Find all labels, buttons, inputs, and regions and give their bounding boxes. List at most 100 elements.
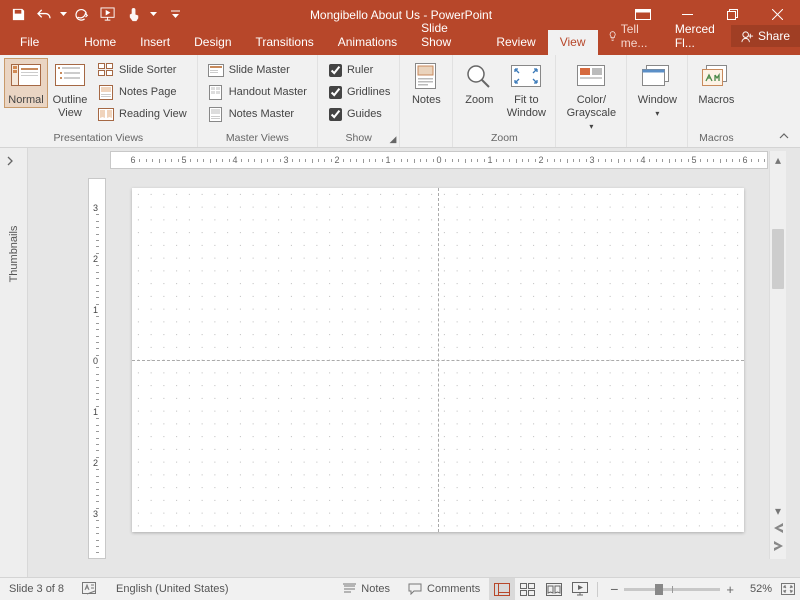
touch-mode-button[interactable] [122,3,146,27]
scroll-down-button[interactable]: ▾ [770,502,786,519]
spell-check-button[interactable] [73,578,107,600]
share-icon [741,30,754,43]
chevron-down-icon [60,12,67,17]
fit-to-window-status-button[interactable] [776,578,800,600]
show-group-label: Show◢ [318,132,399,147]
reading-view-icon [98,108,114,121]
macros-button[interactable]: Macros [692,58,740,108]
chevron-up-icon [778,131,790,141]
reading-view-label: Reading View [119,108,187,120]
tab-animations[interactable]: Animations [326,30,409,55]
group-color-grayscale: Color/ Grayscale ▾ [556,55,627,147]
vertical-ruler[interactable]: 3210123 [88,178,106,559]
scroll-up-button[interactable]: ▴ [770,151,786,168]
tab-design[interactable]: Design [182,30,243,55]
group-presentation-views: Normal Outline View Slide Sorter Notes P… [0,55,198,147]
group-master-views: Slide Master Handout Master Notes Master… [198,55,318,147]
tab-file[interactable]: File [6,30,53,55]
save-button[interactable] [6,3,30,27]
tell-me-label: Tell me... [621,22,655,50]
tab-review[interactable]: Review [484,30,547,55]
comments-toggle[interactable]: Comments [399,578,489,600]
user-account[interactable]: Merced Fl... [665,17,731,55]
handout-master-button[interactable]: Handout Master [202,81,313,103]
group-macros: Macros Macros [688,55,744,147]
zoom-label: Zoom [465,94,493,107]
guides-checkbox[interactable]: Guides [324,103,395,125]
macros-icon [702,65,730,89]
color-grayscale-button[interactable]: Color/ Grayscale ▾ [560,58,622,134]
notes-toggle[interactable]: Notes [334,578,399,600]
tab-home[interactable]: Home [72,30,128,55]
previous-slide-button[interactable] [770,519,786,537]
next-slide-button[interactable] [770,537,786,555]
zoom-percentage[interactable]: 52% [742,583,776,595]
zoom-slider-track[interactable] [624,588,720,591]
normal-view-status-button[interactable] [489,578,515,600]
thumbnails-panel[interactable]: Thumbnails [0,148,28,577]
notes-label: Notes [412,94,441,107]
view-buttons [489,578,593,600]
thumbnails-expand-button[interactable] [6,156,20,170]
window-label: Window▾ [638,94,677,120]
slide-master-button[interactable]: Slide Master [202,59,313,81]
slide-sorter-status-button[interactable] [515,578,541,600]
tab-transitions[interactable]: Transitions [244,30,326,55]
share-button[interactable]: Share [731,25,800,47]
language-indicator[interactable]: English (United States) [107,578,238,600]
undo-more-button[interactable] [58,3,68,27]
gridlines-checkbox[interactable]: Gridlines [324,81,395,103]
tab-insert[interactable]: Insert [128,30,182,55]
outline-view-label: Outline View [53,94,88,120]
undo-button[interactable] [32,3,56,27]
start-from-beginning-button[interactable] [96,3,120,27]
touch-mode-more-button[interactable] [148,3,158,27]
lightbulb-icon [608,29,617,43]
zoom-slider-thumb[interactable] [655,584,663,595]
zoom-button[interactable]: Zoom [457,58,501,108]
horizontal-ruler[interactable]: 6543210123456 [110,151,768,169]
tell-me-search[interactable]: Tell me... [598,17,665,55]
group-zoom: Zoom Fit to Window Zoom [453,55,556,147]
tab-slideshow[interactable]: Slide Show [409,16,484,55]
fit-to-window-button[interactable]: Fit to Window [501,58,551,121]
redo-button[interactable] [70,3,94,27]
notes-page-button[interactable]: Notes Page [92,81,193,103]
status-bar: Slide 3 of 8 English (United States) Not… [0,577,800,600]
master-views-group-label: Master Views [198,132,317,147]
slide[interactable] [132,188,744,532]
notes-master-button[interactable]: Notes Master [202,103,313,125]
tab-view[interactable]: View [548,30,598,55]
workspace: Thumbnails 6543210123456 3210123 ▴ ▾ [0,148,800,577]
group-window: Window▾ [627,55,688,147]
window-button[interactable]: Window▾ [631,58,683,121]
quick-access-toolbar [0,3,182,27]
reading-view-button[interactable]: Reading View [92,103,193,125]
slideshow-status-button[interactable] [567,578,593,600]
horizontal-guide[interactable] [132,360,744,361]
notes-button[interactable]: Notes [404,58,448,108]
scroll-track[interactable] [770,169,786,501]
redo-icon [75,8,89,21]
vertical-scrollbar[interactable]: ▴ ▾ [769,151,786,559]
customize-qat-button[interactable] [168,3,182,27]
notes-master-label: Notes Master [229,108,294,120]
notes-icon [413,63,439,91]
collapse-ribbon-button[interactable] [778,131,796,145]
share-label: Share [758,29,790,43]
outline-view-button[interactable]: Outline View [48,58,92,121]
scroll-thumb[interactable] [772,229,784,289]
show-dialog-launcher[interactable]: ◢ [389,134,396,145]
ruler-checkbox[interactable]: Ruler [324,59,395,81]
reading-view-status-button[interactable] [541,578,567,600]
slide-canvas-area[interactable] [110,178,768,559]
notes-page-icon [99,85,113,100]
slide-indicator[interactable]: Slide 3 of 8 [0,578,73,600]
normal-view-button[interactable]: Normal [4,58,48,108]
ribbon-tabs: File Home Insert Design Transitions Anim… [0,29,800,55]
zoom-icon [465,63,493,91]
notes-status-icon [343,583,356,595]
slide-sorter-button[interactable]: Slide Sorter [92,59,193,81]
zoom-out-button[interactable]: − [610,581,618,597]
zoom-in-button[interactable]: + [726,582,734,597]
